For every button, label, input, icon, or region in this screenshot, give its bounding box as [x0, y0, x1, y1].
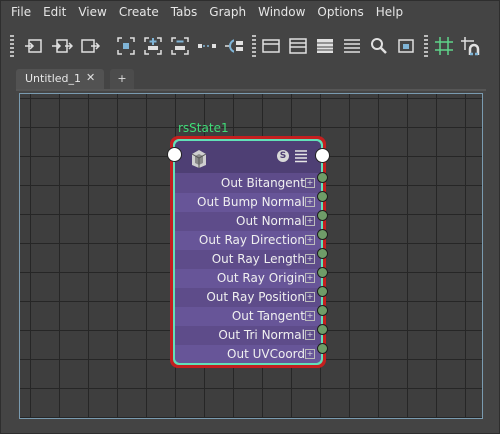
node-highlight: S Out Bitangent + Out Bump Normal + Out Norm…: [173, 139, 323, 365]
search-icon[interactable]: [368, 35, 390, 57]
node-output-port[interactable]: [315, 148, 330, 163]
expand-attribute-icon[interactable]: +: [305, 235, 315, 245]
add-selected-icon[interactable]: [142, 35, 164, 57]
attribute-label: Out Tangent: [231, 309, 305, 323]
snap-to-grid-icon[interactable]: [459, 35, 481, 57]
input-connections-icon[interactable]: [23, 35, 45, 57]
expand-attribute-icon[interactable]: +: [305, 349, 315, 359]
attribute-output-port[interactable]: [317, 305, 328, 316]
menu-tabs[interactable]: Tabs: [171, 5, 198, 19]
attribute-label: Out Bitangent: [220, 176, 305, 190]
clear-graph-icon[interactable]: [223, 35, 245, 57]
menu-file[interactable]: File: [11, 5, 31, 19]
attribute-output-port[interactable]: [317, 229, 328, 240]
close-icon[interactable]: ✕: [86, 71, 95, 84]
menu-window[interactable]: Window: [258, 5, 305, 19]
toolbar-grip[interactable]: [10, 35, 14, 57]
attribute-row[interactable]: Out Tangent +: [175, 307, 321, 326]
node-input-port[interactable]: [167, 147, 182, 162]
expand-attribute-icon[interactable]: +: [305, 178, 315, 188]
menu-create[interactable]: Create: [119, 5, 159, 19]
attribute-label: Out Ray Length: [211, 252, 305, 266]
toolbar: [0, 29, 500, 63]
toolbar-grip[interactable]: [252, 35, 256, 57]
expand-attribute-icon[interactable]: +: [305, 197, 315, 207]
graph-layout-icon[interactable]: [196, 35, 218, 57]
expand-attribute-icon[interactable]: +: [305, 292, 315, 302]
attribute-row[interactable]: Out Ray Position +: [175, 288, 321, 307]
remove-selected-icon[interactable]: [169, 35, 191, 57]
attribute-output-port[interactable]: [317, 210, 328, 221]
attribute-list-icon[interactable]: [294, 149, 308, 163]
attribute-row[interactable]: Out Ray Origin +: [175, 269, 321, 288]
expand-attribute-icon[interactable]: +: [305, 216, 315, 226]
attribute-row[interactable]: Out Bump Normal +: [175, 193, 321, 212]
map-view-icon[interactable]: [395, 35, 417, 57]
frame-all-icon[interactable]: [115, 35, 137, 57]
attribute-output-port[interactable]: [317, 191, 328, 202]
toolbar-grip[interactable]: [424, 35, 428, 57]
tab-bar: Untitled_1 ✕ +: [16, 69, 486, 89]
rsstate-node[interactable]: S Out Bitangent + Out Bump Normal + Out Norm…: [170, 136, 326, 368]
view-simple-icon[interactable]: [260, 35, 282, 57]
node-title[interactable]: rsState1: [178, 121, 229, 135]
swatch-toggle-button[interactable]: S: [277, 150, 289, 162]
attribute-row[interactable]: Out Normal +: [175, 212, 321, 231]
node-body[interactable]: S Out Bitangent + Out Bump Normal + Out Norm…: [175, 141, 321, 363]
menu-help[interactable]: Help: [376, 5, 403, 19]
state-node-icon: [191, 150, 207, 168]
output-connections-icon[interactable]: [79, 35, 101, 57]
menu-options[interactable]: Options: [317, 5, 363, 19]
attribute-row[interactable]: Out Tri Normal +: [175, 326, 321, 345]
add-tab-button[interactable]: +: [110, 69, 134, 89]
attribute-label: Out Ray Origin: [216, 271, 305, 285]
expand-attribute-icon[interactable]: +: [305, 273, 315, 283]
menu-view[interactable]: View: [78, 5, 106, 19]
attribute-label: Out Bump Normal: [197, 195, 305, 209]
attribute-label: Out Ray Direction: [198, 233, 305, 247]
attribute-output-port[interactable]: [317, 343, 328, 354]
menu-graph[interactable]: Graph: [209, 5, 246, 19]
attribute-row[interactable]: Out Bitangent +: [175, 174, 321, 193]
attribute-row[interactable]: Out Ray Length +: [175, 250, 321, 269]
node-header[interactable]: S: [175, 141, 321, 173]
view-custom-icon[interactable]: [341, 35, 363, 57]
menu-bar: File Edit View Create Tabs Graph Window …: [0, 0, 500, 24]
tab-untitled-1[interactable]: Untitled_1 ✕: [16, 69, 104, 89]
attribute-output-port[interactable]: [317, 248, 328, 259]
attribute-output-port[interactable]: [317, 172, 328, 183]
attribute-output-port[interactable]: [317, 286, 328, 297]
attribute-row[interactable]: Out Ray Direction +: [175, 231, 321, 250]
tab-label: Untitled_1: [25, 72, 82, 85]
menu-edit[interactable]: Edit: [43, 5, 66, 19]
expand-attribute-icon[interactable]: +: [305, 330, 315, 340]
attribute-label: Out Normal: [236, 214, 305, 228]
view-full-icon[interactable]: [314, 35, 336, 57]
expand-attribute-icon[interactable]: +: [305, 311, 315, 321]
attribute-row[interactable]: Out UVCoord +: [175, 345, 321, 363]
attribute-label: Out UVCoord: [227, 347, 305, 361]
view-connected-icon[interactable]: [287, 35, 309, 57]
attribute-label: Out Tri Normal: [218, 328, 305, 342]
attribute-output-port[interactable]: [317, 324, 328, 335]
attribute-output-port[interactable]: [317, 267, 328, 278]
attribute-label: Out Ray Position: [206, 290, 305, 304]
toggle-grid-icon[interactable]: [433, 35, 455, 57]
expand-attribute-icon[interactable]: +: [305, 254, 315, 264]
input-output-connections-icon[interactable]: [51, 35, 73, 57]
